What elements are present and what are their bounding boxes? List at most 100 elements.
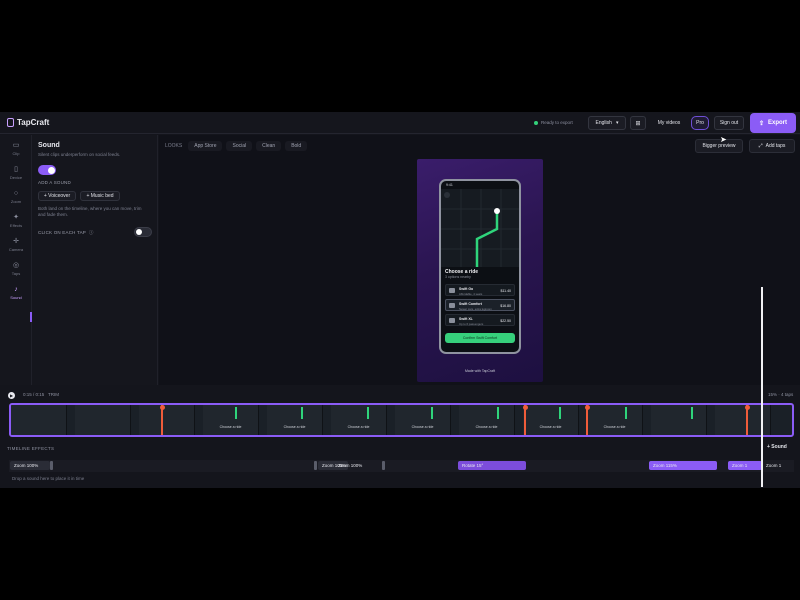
language-select[interactable]: English ▾ — [588, 116, 626, 130]
rail-label: Taps — [11, 271, 21, 276]
rail-item-effects[interactable]: ✦ Effects — [0, 213, 32, 235]
grid-button[interactable]: ⊞ — [630, 116, 646, 130]
phone-status-time: 9:41 — [446, 183, 453, 187]
effect-clip-zoom[interactable]: Zoom 100% — [334, 461, 378, 470]
route-marker — [431, 407, 433, 419]
track-frame: Choose a ride — [587, 405, 643, 435]
pro-badge[interactable]: Pro — [691, 116, 709, 130]
add-sound-heading: ADD A SOUND — [38, 180, 71, 185]
track-frame: Choose a ride — [459, 405, 515, 435]
ride-name: Swift Go — [459, 286, 474, 291]
click-tap-toggle[interactable] — [134, 227, 152, 237]
route-marker — [367, 407, 369, 419]
phone-map — [441, 189, 519, 267]
route-marker — [497, 407, 499, 419]
effect-handle[interactable] — [314, 461, 317, 470]
chevron-down-icon: ▾ — [615, 120, 619, 126]
frame-label: Choose a ride — [539, 425, 562, 429]
voiceover-button[interactable]: + Voiceover — [38, 191, 76, 201]
app-window: TapCraft Ready to export English ▾ ⊞ My … — [0, 112, 800, 488]
info-icon: ⓘ — [87, 230, 94, 235]
track-frame: Choose a ride — [395, 405, 451, 435]
route-marker — [625, 407, 627, 419]
rail-label: Device — [9, 175, 23, 180]
route-marker — [301, 407, 303, 419]
map-route — [441, 189, 519, 267]
grid-icon: ⊞ — [635, 120, 641, 127]
car-icon — [449, 288, 455, 293]
top-bar: TapCraft Ready to export English ▾ ⊞ My … — [0, 112, 800, 134]
tap-marker[interactable] — [584, 405, 590, 435]
frame-label: Choose a ride — [283, 425, 306, 429]
bigger-preview-button[interactable]: Bigger preview — [695, 139, 743, 153]
ride-desc: Affordable, 4 seats — [459, 291, 483, 296]
preview-area: LOOKS App Store Social Clean Bold Bigger… — [159, 135, 800, 385]
playhead[interactable] — [761, 287, 763, 487]
tool-rail: ▭ Clip ▯ Device ○ Zoom ✦ Effects ✛ Camera ◎ Ta… — [0, 135, 32, 385]
ride-name: Swift XL — [459, 316, 473, 321]
route-marker — [235, 407, 237, 419]
timeline-mode: TRIM — [47, 392, 59, 397]
ride-option-selected[interactable]: Swift Comfort Newer cars, extra legroom … — [445, 299, 515, 311]
effect-handle[interactable] — [50, 461, 53, 470]
looks-label: LOOKS — [165, 143, 183, 149]
timeline-zoom-info: 15% · 4 taps — [768, 392, 794, 397]
my-videos-button[interactable]: My videos — [652, 116, 686, 130]
add-taps-button[interactable]: ⤢ Add taps — [749, 139, 795, 153]
track-frame — [651, 405, 707, 435]
sound-toggle[interactable] — [38, 165, 56, 175]
look-bold[interactable]: Bold — [285, 141, 308, 151]
track-frame — [715, 405, 771, 435]
look-app-store[interactable]: App Store — [188, 141, 223, 151]
effect-clip-zoom[interactable]: Zoom 1 — [762, 461, 792, 470]
frame-label: Choose a ride — [603, 425, 626, 429]
tap-marker[interactable] — [159, 405, 165, 435]
logo-icon — [7, 118, 14, 127]
app-logo[interactable]: TapCraft — [7, 118, 49, 127]
rail-item-zoom[interactable]: ○ Zoom — [0, 189, 32, 211]
effect-handle[interactable] — [382, 461, 385, 470]
crosshair-icon: ✛ — [13, 238, 19, 245]
confirm-ride-button[interactable]: Confirm Swift Comfort — [445, 333, 515, 343]
track-frame: Choose a ride — [267, 405, 323, 435]
rail-label: Effects — [9, 223, 23, 228]
ride-option[interactable]: Swift Go Affordable, 4 seats $11.40 — [445, 284, 515, 296]
effect-clip-rotate[interactable]: Rotate 15° — [458, 461, 526, 470]
video-track[interactable]: Choose a ride Choose a ride Choose a rid… — [9, 403, 794, 437]
export-label: Export — [768, 120, 788, 126]
track-frame — [139, 405, 195, 435]
play-icon: ▶ — [9, 393, 14, 398]
panel-title: Sound — [38, 142, 60, 149]
export-button[interactable]: ⇪ Export — [750, 113, 796, 133]
ride-price: $11.40 — [500, 288, 511, 293]
click-on-each-tap-label: CLICK ON EACH TAP ⓘ — [38, 230, 94, 236]
rail-item-sound[interactable]: ♪ Sound — [0, 285, 32, 307]
ride-option[interactable]: Swift XL Up to 6 passengers $22.50 — [445, 314, 515, 326]
tap-icon: ◎ — [12, 262, 20, 269]
language-value: English — [595, 120, 612, 126]
look-social[interactable]: Social — [226, 141, 253, 151]
effect-clip-zoom[interactable]: Zoom 100% — [10, 461, 50, 470]
ride-price: $16.80 — [500, 303, 511, 308]
tap-marker[interactable] — [744, 405, 750, 435]
play-button[interactable]: ▶ — [8, 392, 15, 399]
status-text: Ready to export — [541, 120, 573, 125]
effect-clip-zoom-active[interactable]: Zoom 1 — [728, 461, 762, 470]
timecode-value: 0:15 / 0:15 — [23, 392, 45, 397]
route-marker — [559, 407, 561, 419]
route-marker — [691, 407, 693, 419]
rail-item-device[interactable]: ▯ Device — [0, 165, 32, 187]
frame-label: Choose a ride — [475, 425, 498, 429]
sign-out-button[interactable]: Sign out — [714, 116, 744, 130]
ride-name: Swift Comfort — [459, 301, 482, 306]
rail-item-taps[interactable]: ◎ Taps — [0, 261, 32, 283]
rail-item-clip[interactable]: ▭ Clip — [0, 141, 32, 163]
add-sound-button[interactable]: + Sound — [767, 444, 787, 450]
rail-item-camera[interactable]: ✛ Camera — [0, 237, 32, 259]
tap-marker[interactable] — [522, 405, 528, 435]
drop-sound-hint: Drop a sound here to place it in time — [12, 476, 85, 481]
music-bed-button[interactable]: + Music bed — [80, 191, 120, 201]
made-with-watermark: Made with TapCraft — [464, 369, 496, 373]
look-clean[interactable]: Clean — [256, 141, 282, 151]
effect-clip-zoom-active[interactable]: Zoom 115% — [649, 461, 717, 470]
